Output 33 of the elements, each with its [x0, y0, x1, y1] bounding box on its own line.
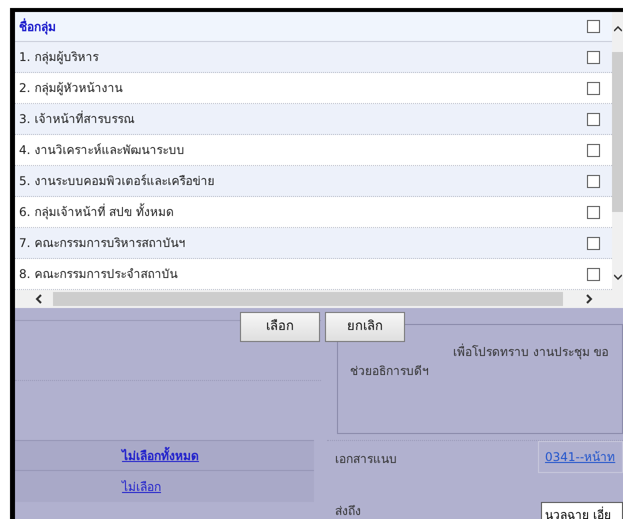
- deselect-all-link[interactable]: ไม่เลือกทั้งหมด: [122, 446, 199, 464]
- scroll-down-icon[interactable]: [614, 274, 622, 280]
- scroll-up-icon[interactable]: [614, 26, 622, 32]
- checkbox[interactable]: [587, 174, 600, 188]
- checkbox[interactable]: [587, 50, 600, 64]
- dialog-button[interactable]: เลือก: [240, 312, 320, 342]
- checkbox[interactable]: [587, 112, 600, 126]
- checkbox[interactable]: [587, 144, 600, 156]
- attachment-label: เอกสารแนบ: [335, 451, 397, 468]
- group-name[interactable]: 2. กลุ่มผู้หัวหน้างาน: [19, 79, 122, 97]
- group-name[interactable]: 4. งานวิเคราะห์และพัฒนาระบบ: [19, 141, 184, 159]
- group-name[interactable]: 6. กลุ่มเจ้าหน้าที่ สปข ทั้งหมด: [19, 203, 174, 221]
- scroll-right-icon[interactable]: [585, 294, 593, 304]
- group-name[interactable]: 3. เจ้าหน้าที่สารบรรณ: [19, 110, 134, 128]
- group-name[interactable]: 1. กลุ่มผู้บริหาร: [19, 48, 98, 66]
- message-line: ช่วยอธิการบดีฯ: [350, 363, 430, 380]
- checkbox[interactable]: [587, 206, 600, 218]
- checkbox[interactable]: [587, 82, 600, 94]
- send-to-field[interactable]: นวลฉาย เอี่ย: [541, 502, 623, 519]
- group-name[interactable]: 7. คณะกรรมการบริหารสถาบันฯ: [19, 234, 186, 252]
- checkbox[interactable]: [587, 20, 600, 33]
- send-to-label: ส่งถึง: [335, 503, 361, 519]
- scroll-left-icon[interactable]: [35, 294, 43, 304]
- column-header: ชื่อกลุ่ม: [19, 18, 56, 36]
- checkbox[interactable]: [587, 268, 600, 280]
- message-line: เพื่อโปรดทราบ งานประชุม ขอ: [452, 342, 610, 361]
- group-name[interactable]: 8. คณะกรรมการประจำสถาบัน: [19, 265, 178, 283]
- group-name[interactable]: 5. งานระบบคอมพิวเตอร์และเครือข่าย: [19, 172, 214, 190]
- horizontal-scrollbar[interactable]: [15, 290, 623, 308]
- dialog-button[interactable]: ยกเลิก: [325, 312, 405, 342]
- deselect-link[interactable]: ไม่เลือก: [122, 478, 161, 496]
- checkbox[interactable]: [587, 236, 600, 250]
- vertical-scrollbar[interactable]: [612, 12, 623, 290]
